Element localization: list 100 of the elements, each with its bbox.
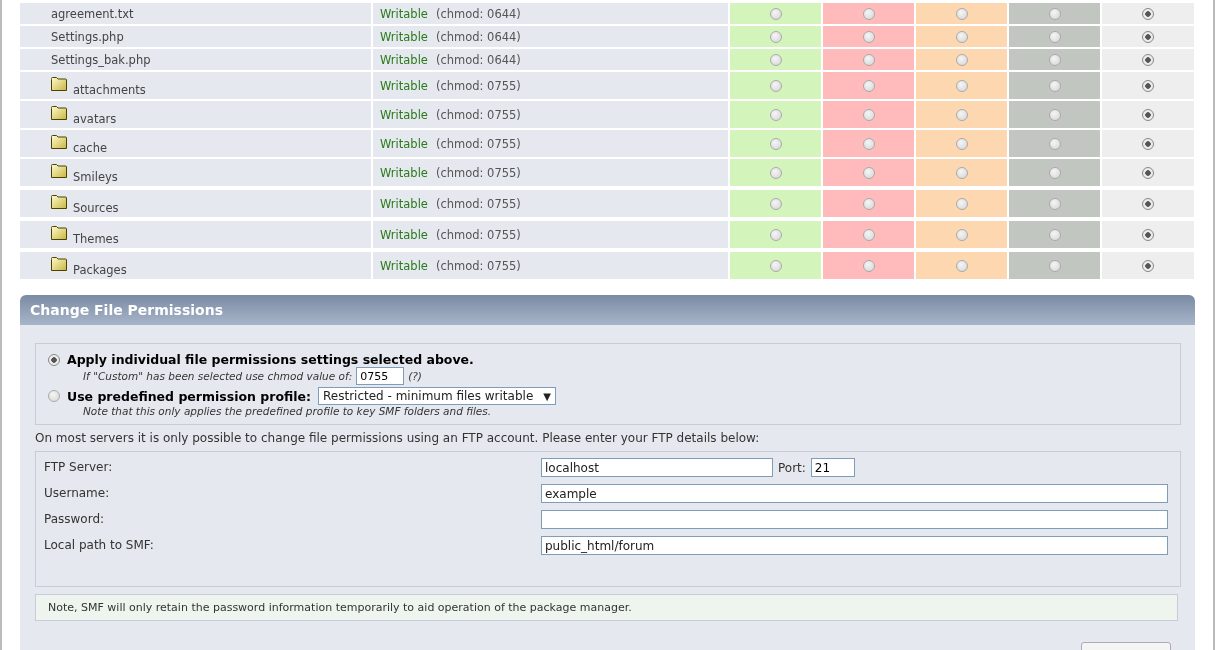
permission-radio[interactable] [955,108,968,121]
section-header: Change File Permissions [20,295,1195,325]
field-label: FTP Server: [44,459,114,474]
folder-icon [51,77,67,91]
chmod-input[interactable]: 0755 [356,367,405,385]
permission-radio[interactable] [769,53,782,66]
text-input[interactable]: localhost [541,458,773,477]
status-text: Writable [380,52,428,67]
file-name: Settings_bak.php [51,52,151,67]
chmod-text: (chmod: 0755) [435,107,521,122]
permission-radio[interactable] [1142,53,1154,66]
folder-icon [51,164,67,178]
permission-radio[interactable] [1048,53,1061,66]
permission-radio[interactable] [1048,166,1061,179]
status-text: Writable [380,227,428,242]
permission-radio[interactable] [1142,228,1154,241]
file-name: Sources [73,201,119,215]
permission-radio[interactable] [862,7,875,20]
permission-radio[interactable] [955,30,968,43]
permission-radio[interactable] [955,79,968,92]
permission-radio[interactable] [862,137,875,150]
folder-icon [51,135,67,149]
mode-label: Use predefined permission profile: [67,388,311,404]
profile-dropdown[interactable]: Restricted - minimum files writable ▼ [318,387,556,405]
text-input[interactable]: public_html/forum [541,536,1168,555]
permission-radio[interactable] [1142,108,1154,121]
chmod-text: (chmod: 0644) [435,29,521,44]
status-text: Writable [380,6,428,21]
permission-radio[interactable] [769,137,782,150]
chmod-text: (chmod: 0755) [435,165,521,180]
permission-radio[interactable] [1142,79,1154,92]
permission-radio[interactable] [1048,197,1061,210]
folder-icon [51,226,67,240]
permission-radio[interactable] [955,166,968,179]
permission-radio[interactable] [955,259,968,272]
permission-radio[interactable] [862,166,875,179]
permission-radio[interactable] [1142,259,1154,272]
status-text: Writable [380,165,428,180]
permission-radio[interactable] [769,259,782,272]
permission-radio[interactable] [1142,7,1154,20]
permission-radio[interactable] [1048,228,1061,241]
permission-radio[interactable] [1048,137,1061,150]
info-note: Note, SMF will only retain the password information temporarily to aid operation of the package manager. [35,594,1178,621]
hint-text: If "Custom" has been selected use chmod value of: [83,370,353,382]
chmod-text: (chmod: 0755) [435,227,521,242]
permission-radio[interactable] [862,228,875,241]
permission-radio[interactable] [862,197,875,210]
permission-radio[interactable] [955,137,968,150]
file-name: Smileys [73,170,118,184]
permission-radio[interactable] [862,79,875,92]
folder-icon [51,106,67,120]
field-label: Username: [44,485,111,500]
chmod-text: (chmod: 0755) [435,136,521,151]
permission-radio[interactable] [769,166,782,179]
permission-radio[interactable] [769,228,782,241]
text-input[interactable]: example [541,484,1168,503]
permission-radio[interactable] [1142,197,1154,210]
permission-radio[interactable] [862,108,875,121]
hint-text: Note that this only applies the predefined profile to key SMF folders and files. [83,405,492,417]
field-label: Password: [44,511,106,526]
permission-radio[interactable] [955,7,968,20]
field-label: Local path to SMF: [44,537,155,552]
permission-radio[interactable] [862,30,875,43]
file-name: attachments [73,83,146,97]
chmod-text: (chmod: 0644) [435,52,521,67]
permission-radio[interactable] [1142,166,1154,179]
field-label: Port: [778,460,806,475]
permission-radio[interactable] [955,228,968,241]
permission-radio[interactable] [1142,30,1154,43]
permission-radio[interactable] [769,197,782,210]
status-text: Writable [380,136,428,151]
permission-radio[interactable] [1048,79,1061,92]
permission-radio[interactable] [862,53,875,66]
permission-radio[interactable] [769,108,782,121]
mode-label: Apply individual file permissions settings selected above. [67,352,474,367]
permission-radio[interactable] [1048,108,1061,121]
chmod-text: (chmod: 0755) [435,196,521,211]
chmod-text: (chmod: 0644) [435,6,521,21]
chmod-text: (chmod: 0755) [435,78,521,93]
permission-radio[interactable] [769,7,782,20]
permission-radio[interactable] [1048,30,1061,43]
permission-radio[interactable] [955,197,968,210]
permission-radio[interactable] [955,53,968,66]
folder-icon [51,195,67,209]
status-text: Writable [380,107,428,122]
permission-radio[interactable] [1142,137,1154,150]
permission-radio[interactable] [862,259,875,272]
status-text: Writable [380,29,428,44]
status-text: Writable [380,258,428,273]
mode-radio[interactable] [48,353,60,366]
mode-radio[interactable] [48,390,60,402]
port-input[interactable]: 21 [810,458,855,477]
file-name: agreement.txt [51,6,134,21]
text-input[interactable] [541,510,1168,529]
permission-radio[interactable] [1048,259,1061,272]
permission-radio[interactable] [1048,7,1061,20]
file-name: Settings.php [51,29,124,44]
help-link[interactable]: (?) [408,370,422,382]
permission-radio[interactable] [769,79,782,92]
permission-radio[interactable] [769,30,782,43]
